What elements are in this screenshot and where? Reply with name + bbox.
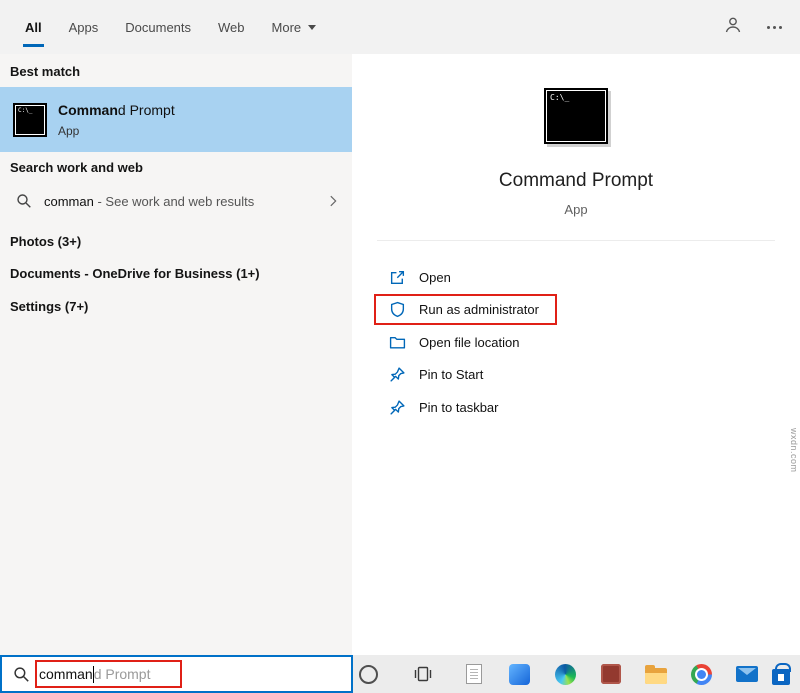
category-photos-label: Photos (3+)	[10, 234, 82, 249]
result-title-rest: d Prompt	[117, 101, 175, 118]
folder-icon	[645, 665, 667, 684]
action-open[interactable]: Open	[352, 261, 800, 294]
result-subtitle: App	[58, 123, 80, 138]
search-input[interactable]: comman d Prompt	[39, 665, 151, 683]
chrome-button[interactable]	[681, 655, 721, 693]
filter-tabs: All Apps Documents Web More	[23, 0, 317, 54]
preview-panel: C:\_ Command Prompt App Open Run as admi…	[352, 54, 800, 655]
suggestion-text: comman - See work and web results	[44, 194, 254, 209]
result-title: Command Prompt	[58, 102, 175, 118]
divider	[377, 240, 775, 241]
document-icon	[466, 664, 482, 684]
command-prompt-icon: C:\_	[13, 102, 47, 137]
search-icon	[14, 666, 29, 682]
document-app-button[interactable]	[454, 655, 494, 693]
cortana-button[interactable]	[348, 655, 388, 693]
command-prompt-icon-text: C:\_	[18, 106, 33, 114]
windows-search-flyout: All Apps Documents Web More Best match C…	[0, 0, 800, 693]
red-app-button[interactable]	[591, 655, 631, 693]
action-open-file-location-label: Open file location	[419, 334, 520, 350]
folder-icon	[389, 336, 406, 349]
context-actions: Open Run as administrator Open file loca…	[352, 261, 800, 424]
chevron-right-icon[interactable]	[326, 194, 340, 208]
mail-button[interactable]	[727, 655, 767, 693]
tab-documents[interactable]: Documents	[125, 0, 191, 54]
search-filter-bar: All Apps Documents Web More	[0, 0, 800, 54]
tab-web-label: Web	[218, 19, 245, 35]
tab-more-label: More	[271, 19, 302, 35]
tab-apps[interactable]: Apps	[69, 0, 99, 54]
shield-icon	[390, 302, 405, 318]
suggestion-rest: - See work and web results	[93, 193, 255, 209]
open-icon	[390, 270, 405, 284]
tab-more[interactable]: More	[272, 0, 317, 54]
edge-icon	[554, 663, 576, 685]
tab-all[interactable]: All	[23, 0, 44, 54]
best-match-header: Best match	[10, 64, 81, 79]
category-settings-label: Settings (7+)	[10, 299, 89, 314]
action-pin-to-start[interactable]: Pin to Start	[352, 359, 800, 392]
blue-app-icon	[508, 663, 530, 685]
action-run-as-administrator[interactable]: Run as administrator	[352, 294, 800, 327]
suggestion-query: comman	[44, 193, 94, 209]
command-prompt-icon-text: C:\_	[550, 93, 570, 102]
tab-all-label: All	[25, 19, 42, 35]
app-title: Command Prompt	[498, 170, 654, 191]
chrome-icon	[690, 663, 712, 685]
action-pin-to-taskbar[interactable]: Pin to taskbar	[352, 391, 800, 424]
action-run-as-administrator-label: Run as administrator	[419, 302, 539, 318]
category-documents-onedrive[interactable]: Documents - OneDrive for Business (1+)	[0, 258, 352, 289]
web-search-suggestion[interactable]: comman - See work and web results	[0, 182, 352, 220]
pin-icon	[390, 400, 405, 415]
category-settings[interactable]: Settings (7+)	[0, 291, 352, 322]
search-typed-text: comman	[39, 666, 93, 682]
result-title-match: Comman	[58, 101, 118, 118]
edge-button[interactable]	[545, 655, 585, 693]
chevron-down-icon	[308, 24, 317, 30]
pin-icon	[390, 367, 405, 382]
task-view-icon	[414, 666, 432, 682]
task-view-button[interactable]	[403, 655, 443, 693]
action-open-label: Open	[419, 269, 451, 285]
tab-apps-label: Apps	[68, 19, 99, 35]
best-match-text: Command Prompt App	[58, 102, 175, 138]
results-panel: Best match C:\_ Command Prompt App Searc…	[0, 54, 352, 655]
best-match-result-command-prompt[interactable]: C:\_ Command Prompt App	[0, 87, 352, 152]
app-type-label: App	[564, 202, 588, 217]
taskbar-search-box[interactable]: comman d Prompt	[0, 655, 353, 693]
account-icon[interactable]	[723, 15, 743, 40]
tab-web[interactable]: Web	[218, 0, 245, 54]
action-open-file-location[interactable]: Open file location	[352, 326, 800, 359]
topbar-actions	[723, 0, 782, 54]
search-icon	[16, 193, 32, 209]
store-icon	[772, 662, 791, 685]
tab-documents-label: Documents	[125, 19, 192, 35]
command-prompt-icon-large: C:\_	[544, 88, 608, 144]
mail-icon	[736, 666, 758, 682]
cortana-icon	[358, 664, 378, 684]
file-explorer-button[interactable]	[636, 655, 676, 693]
category-photos[interactable]: Photos (3+)	[0, 226, 352, 257]
category-documents-label: Documents - OneDrive for Business (1+)	[10, 266, 260, 281]
watermark: wxdn.com	[789, 428, 799, 473]
more-options-icon[interactable]	[767, 17, 782, 37]
search-work-web-header: Search work and web	[10, 160, 143, 175]
action-pin-to-taskbar-label: Pin to taskbar	[419, 399, 499, 415]
search-autocomplete-text: d Prompt	[93, 666, 151, 682]
taskbar: comman d Prompt	[0, 655, 800, 693]
action-pin-to-start-label: Pin to Start	[419, 367, 484, 383]
blue-app-button[interactable]	[499, 655, 539, 693]
red-app-icon	[601, 664, 621, 684]
store-button[interactable]	[764, 655, 798, 693]
